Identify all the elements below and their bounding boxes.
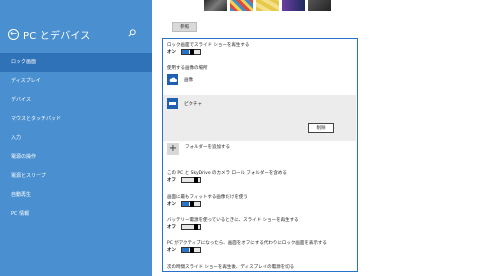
setting-state: オフ bbox=[167, 178, 176, 183]
source-item: ピクチャ bbox=[167, 98, 202, 109]
selected-source-item[interactable]: ピクチャ 削除 bbox=[163, 95, 356, 141]
thumbnail[interactable] bbox=[256, 0, 279, 11]
sources-heading: 使用する画像の場所 bbox=[167, 66, 208, 71]
sidebar-list: ロック画面 ディスプレイ デバイス マウスとタッチパッド 入力 電源の操作 電源… bbox=[0, 53, 152, 224]
source-item[interactable]: 画像 bbox=[167, 74, 193, 85]
sidebar-item-pc-info[interactable]: PC 情報 bbox=[0, 205, 152, 224]
sidebar-item-power-sleep[interactable]: 電源とスリープ bbox=[0, 167, 152, 186]
source-name: 画像 bbox=[184, 77, 193, 83]
lock-screen-thumbnails bbox=[204, 0, 331, 11]
thumbnail[interactable] bbox=[230, 0, 253, 11]
setting-state: オン bbox=[167, 202, 176, 207]
sidebar-item-devices[interactable]: デバイス bbox=[0, 91, 152, 110]
sidebar: ← PC とデバイス ロック画面 ディスプレイ デバイス マウスとタッチパッド … bbox=[0, 0, 152, 276]
setting-label: バッテリー電源を使っているときに、スライド ショーを再生する bbox=[167, 218, 299, 223]
battery-slideshow-toggle[interactable] bbox=[181, 224, 201, 230]
add-folder-link[interactable]: フォルダーを追加する bbox=[185, 144, 230, 150]
browse-button[interactable]: 参照 bbox=[172, 22, 197, 32]
cloud-icon bbox=[167, 74, 178, 85]
sidebar-title: PC とデバイス bbox=[23, 30, 91, 42]
source-name: ピクチャ bbox=[184, 101, 202, 107]
footer-setting-label: 次の時間スライド ショーを再生後、ディスプレイの電源を切る bbox=[167, 265, 295, 270]
sidebar-item-display[interactable]: ディスプレイ bbox=[0, 72, 152, 91]
thumbnail[interactable] bbox=[282, 0, 305, 11]
sidebar-item-mouse-touchpad[interactable]: マウスとタッチパッド bbox=[0, 110, 152, 129]
sidebar-item-corners-edges[interactable]: 電源の操作 bbox=[0, 148, 152, 167]
main-content: 参照 ロック画面でスライド ショーを再生する オン 使用する画像の場所 画像 ピ… bbox=[152, 0, 481, 276]
sidebar-header: ← PC とデバイス bbox=[4, 26, 150, 42]
lock-screen-instead-toggle[interactable] bbox=[181, 247, 201, 253]
slideshow-state: オン bbox=[167, 50, 176, 55]
sidebar-item-autoplay[interactable]: 自動再生 bbox=[0, 186, 152, 205]
setting-label: この PC と SkyDrive のカメラ ロール フォルダーを含める bbox=[167, 171, 287, 176]
slideshow-label: ロック画面でスライド ショーを再生する bbox=[167, 43, 250, 48]
thumbnail[interactable] bbox=[308, 0, 331, 11]
setting-label: 画面に最もフィットする画像だけを使う bbox=[167, 195, 248, 200]
slideshow-toggle[interactable] bbox=[181, 49, 201, 55]
add-icon[interactable]: + bbox=[167, 143, 179, 155]
slideshow-settings-panel: ロック画面でスライド ショーを再生する オン 使用する画像の場所 画像 ピクチャ… bbox=[162, 38, 358, 272]
setting-label: PC がアクティブになったら、画面をオフにする代わりにロック画面を表示する bbox=[167, 241, 327, 246]
back-arrow-icon[interactable]: ← bbox=[8, 28, 19, 40]
thumbnail[interactable] bbox=[204, 0, 227, 11]
setting-state: オン bbox=[167, 248, 176, 253]
fit-images-toggle[interactable] bbox=[181, 201, 201, 207]
search-icon[interactable] bbox=[128, 29, 136, 37]
folder-icon bbox=[167, 98, 178, 109]
sidebar-item-lock-screen[interactable]: ロック画面 bbox=[0, 53, 152, 72]
setting-state: オフ bbox=[167, 225, 176, 230]
sidebar-item-typing[interactable]: 入力 bbox=[0, 129, 152, 148]
camera-roll-toggle[interactable] bbox=[181, 177, 201, 183]
remove-button[interactable]: 削除 bbox=[308, 123, 334, 133]
